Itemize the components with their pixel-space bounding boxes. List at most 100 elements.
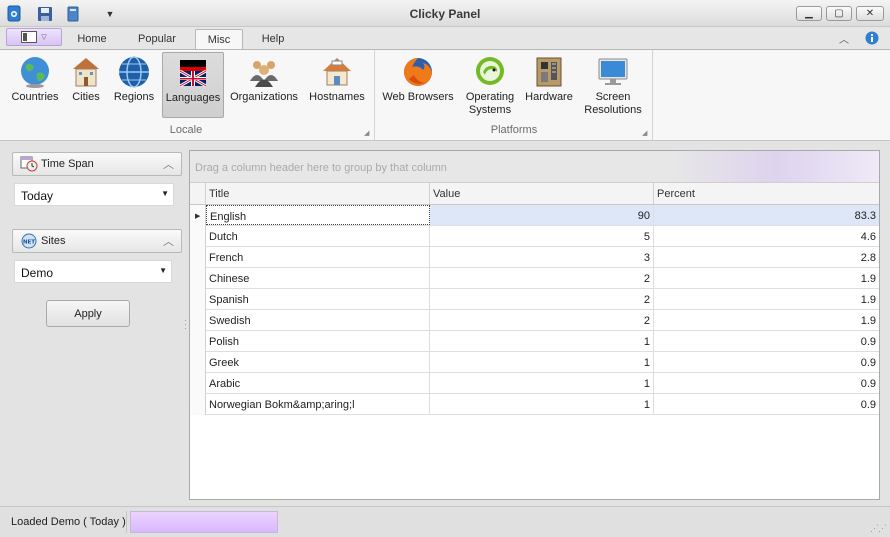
title-bar: ▼ Clicky Panel ▁ ▢ ✕ [0,0,890,27]
cell-title[interactable]: Spanish [206,289,430,309]
cell-title[interactable]: French [206,247,430,267]
table-row[interactable]: Spanish 2 1.9 [190,289,879,310]
cell-percent[interactable]: 1.9 [654,268,879,288]
organizations-button[interactable]: Organizations [228,52,300,118]
dropdown-arrow-icon[interactable]: ▼ [161,189,169,198]
table-row[interactable]: Norwegian Bokm&amp;aring;l 1 0.9 [190,394,879,415]
group-divider [374,50,375,140]
minimize-icon: ▁ [805,8,813,19]
sites-label: Sites [41,235,66,247]
tab-help[interactable]: Help [253,29,293,49]
cell-value[interactable]: 1 [430,394,654,414]
flag-icon [179,60,207,88]
circuit-board-icon [536,57,562,87]
screen-resolutions-button[interactable]: Screen Resolutions [580,52,646,118]
column-header-value[interactable]: Value [430,183,654,204]
cell-title[interactable]: Arabic [206,373,430,393]
table-row[interactable]: Swedish 2 1.9 [190,310,879,331]
countries-button[interactable]: Countries [6,52,64,118]
tab-home[interactable]: Home [70,29,114,49]
tab-misc[interactable]: Misc [195,29,243,49]
window-title: Clicky Panel [409,7,481,21]
monitor-icon [598,58,628,85]
operating-systems-button[interactable]: Operating Systems [460,52,520,118]
platforms-launcher-icon[interactable]: ◢ [642,129,647,137]
regions-button[interactable]: Regions [110,52,158,118]
hostnames-label: Hostnames [309,91,365,103]
maximize-button[interactable]: ▢ [826,6,852,21]
time-span-label: Time Span [41,158,94,170]
cell-value[interactable]: 3 [430,247,654,267]
cell-percent[interactable]: 4.6 [654,226,879,246]
locale-launcher-icon[interactable]: ◢ [364,129,369,137]
sites-select[interactable]: Demo ▼ [14,260,172,283]
cell-title[interactable]: Greek [206,352,430,372]
firefox-icon [404,58,432,86]
group-by-panel[interactable]: Drag a column header here to group by th… [190,151,879,183]
hostnames-button[interactable]: Hostnames [304,52,370,118]
cell-percent[interactable]: 83.3 [654,205,879,225]
cell-percent[interactable]: 0.9 [654,373,879,393]
column-header-percent[interactable]: Percent [654,183,879,204]
table-row[interactable]: Greek 1 0.9 [190,352,879,373]
cell-title[interactable]: Norwegian Bokm&amp;aring;l [206,394,430,414]
cell-title[interactable]: Dutch [206,226,430,246]
time-span-header[interactable]: Time Span ︿ [12,152,182,176]
ribbon-tabs: ▽ Home Popular Misc Help ︿ [0,27,890,49]
ribbon-panel: Countries Cities Regions Languages Organ… [0,49,890,141]
cell-percent[interactable]: 1.9 [654,289,879,309]
cell-percent[interactable]: 2.8 [654,247,879,267]
table-row[interactable]: Polish 1 0.9 [190,331,879,352]
cities-label: Cities [72,91,100,103]
cell-value[interactable]: 1 [430,352,654,372]
time-span-select[interactable]: Today ▼ [14,183,174,206]
cell-value[interactable]: 5 [430,226,654,246]
globe-icon [21,57,49,88]
table-row[interactable]: Arabic 1 0.9 [190,373,879,394]
dropdown-arrow-icon[interactable]: ▼ [159,266,167,275]
web-browsers-button[interactable]: Web Browsers [380,52,456,118]
minimize-button[interactable]: ▁ [796,6,822,21]
resize-grip-icon[interactable]: ⋰⋰ [870,523,887,534]
cell-title[interactable]: Chinese [206,268,430,288]
hardware-button[interactable]: Hardware [522,52,576,118]
cities-button[interactable]: Cities [66,52,106,118]
cell-percent[interactable]: 1.9 [654,310,879,330]
cell-title[interactable]: Swedish [206,310,430,330]
chevron-up-icon[interactable]: ︿ [163,233,174,249]
row-indicator [190,247,206,268]
chevron-up-icon[interactable]: ︿ [163,156,174,172]
collapse-ribbon-icon[interactable]: ︿ [837,31,851,46]
cell-percent[interactable]: 0.9 [654,394,879,414]
sites-header[interactable]: NET Sites ︿ [12,229,182,253]
table-row[interactable]: Dutch 5 4.6 [190,226,879,247]
tab-popular[interactable]: Popular [131,29,183,49]
grid-header: Title Value Percent [190,183,879,205]
globe-network-icon [119,56,149,88]
cell-title[interactable]: English [206,205,430,225]
close-button[interactable]: ✕ [856,6,884,21]
locale-group-label: Locale [169,124,203,136]
info-icon[interactable] [865,31,879,45]
cell-percent[interactable]: 0.9 [654,331,879,351]
column-header-title[interactable]: Title [206,183,430,204]
cell-value[interactable]: 90 [430,205,654,225]
cell-value[interactable]: 2 [430,310,654,330]
panel-splitter[interactable]: · · · [184,316,187,333]
languages-button[interactable]: Languages [162,52,224,118]
svg-text:NET: NET [23,240,35,246]
app-menu-button[interactable]: ▽ [6,28,62,46]
status-divider [126,511,127,533]
table-row[interactable]: ▶ English 90 83.3 [190,205,879,226]
group-divider [652,50,653,140]
table-row[interactable]: French 3 2.8 [190,247,879,268]
cell-percent[interactable]: 0.9 [654,352,879,372]
cell-title[interactable]: Polish [206,331,430,351]
apply-button[interactable]: Apply [46,300,130,327]
table-row[interactable]: Chinese 2 1.9 [190,268,879,289]
cell-value[interactable]: 1 [430,331,654,351]
cell-value[interactable]: 2 [430,268,654,288]
cell-value[interactable]: 1 [430,373,654,393]
cell-value[interactable]: 2 [430,289,654,309]
organizations-label: Organizations [230,91,298,103]
